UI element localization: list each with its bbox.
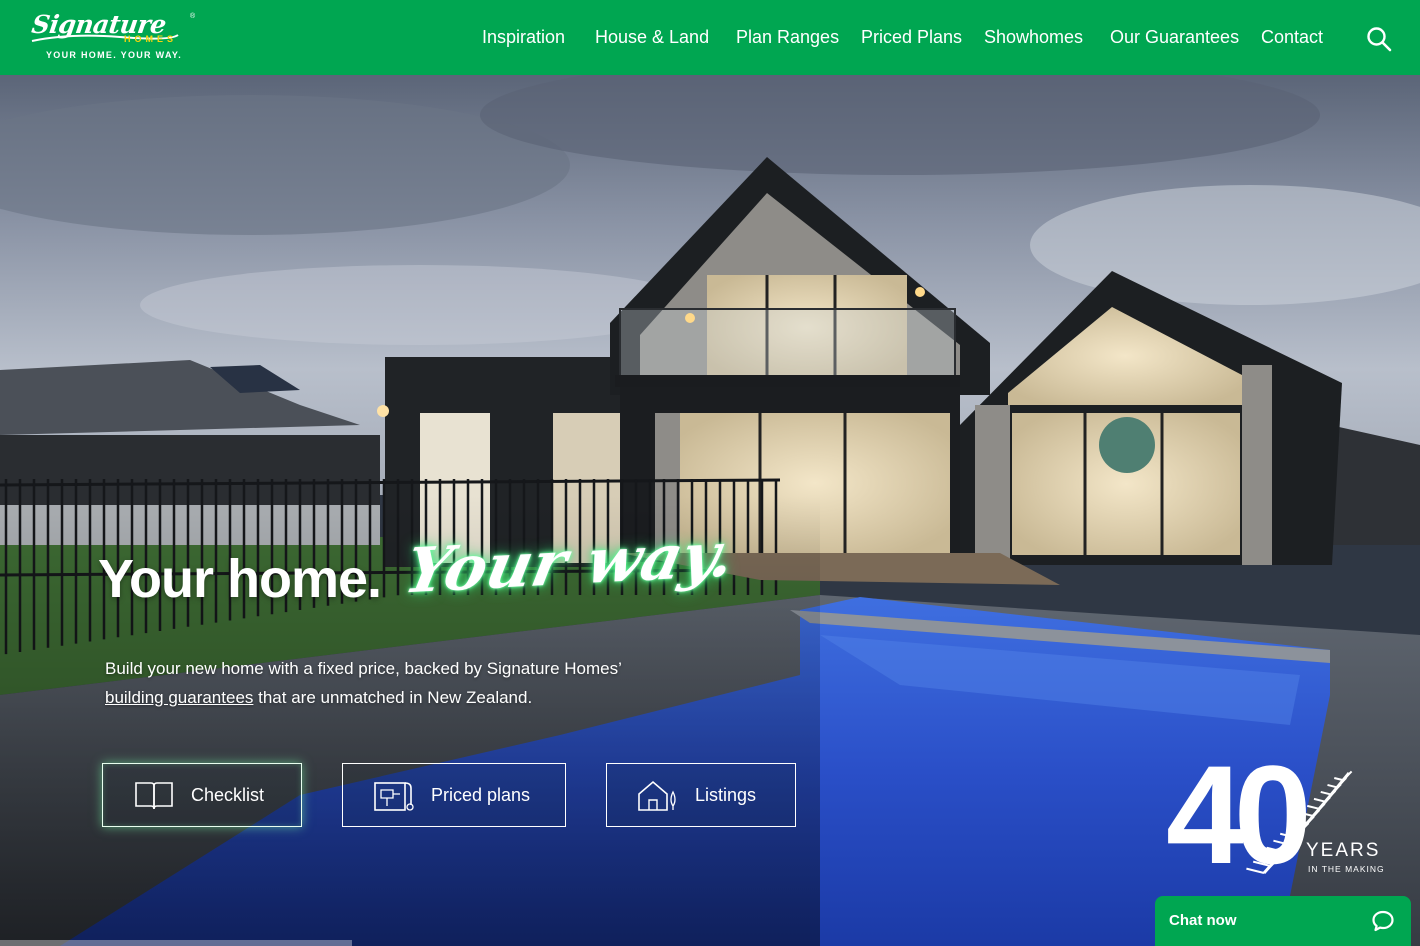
logo-tagline: YOUR HOME. YOUR WAY.	[46, 50, 183, 60]
nav-item-contact[interactable]: Contact	[1261, 27, 1323, 48]
priced-plans-button[interactable]: Priced plans	[342, 763, 566, 827]
logo-registered-mark: ®	[190, 13, 196, 20]
logo-homes: HOMES	[124, 34, 178, 44]
hero-section: Your home. Your way. Build your new home…	[0, 75, 1420, 946]
hero-intro: Build your new home with a fixed price, …	[105, 654, 625, 712]
nav-item-showhomes[interactable]: Showhomes	[984, 27, 1083, 48]
nav-item-house-land[interactable]: House & Land	[595, 27, 709, 48]
listings-button-label: Listings	[695, 785, 757, 805]
chat-now-label: Chat now	[1169, 912, 1237, 929]
floor-plan-icon	[374, 782, 414, 811]
badge-years: YEARS	[1306, 840, 1381, 861]
signature-homes-logo[interactable]: Signature ® HOMES YOUR HOME. YOUR WAY.	[28, 10, 200, 62]
chat-bubble-icon	[1372, 910, 1394, 932]
intro-text-end: that are unmatched in New Zealand.	[253, 688, 533, 707]
building-guarantees-link[interactable]: building guarantees	[105, 688, 253, 707]
nav-item-inspiration[interactable]: Inspiration	[482, 27, 565, 48]
nav-item-our-guarantees[interactable]: Our Guarantees	[1110, 27, 1239, 48]
search-icon[interactable]	[1366, 26, 1392, 52]
nav-item-priced-plans[interactable]: Priced Plans	[861, 27, 962, 48]
house-icon	[638, 780, 676, 811]
headline-your-home: Your home.	[98, 549, 382, 609]
hero-headline: Your home. Your way.	[98, 518, 741, 610]
main-nav: Inspiration House & Land Plan Ranges Pri…	[482, 0, 1420, 75]
priced-plans-button-label: Priced plans	[431, 785, 531, 805]
badge-subtitle: IN THE MAKING	[1308, 864, 1385, 874]
chat-now-button[interactable]: Chat now	[1155, 896, 1411, 946]
nav-item-plan-ranges[interactable]: Plan Ranges	[736, 27, 839, 48]
intro-text-start: Build your new home with a fixed price, …	[105, 659, 622, 678]
book-icon	[135, 782, 173, 810]
checklist-button-label: Checklist	[191, 785, 265, 805]
checklist-button[interactable]: Checklist	[102, 763, 302, 827]
forty-years-badge: 40 YEARS IN THE MAKING	[1166, 736, 1386, 893]
site-header: Signature ® HOMES YOUR HOME. YOUR WAY. I…	[0, 0, 1420, 75]
listings-button[interactable]: Listings	[606, 763, 796, 827]
horizontal-scroll-indicator[interactable]	[0, 940, 352, 946]
